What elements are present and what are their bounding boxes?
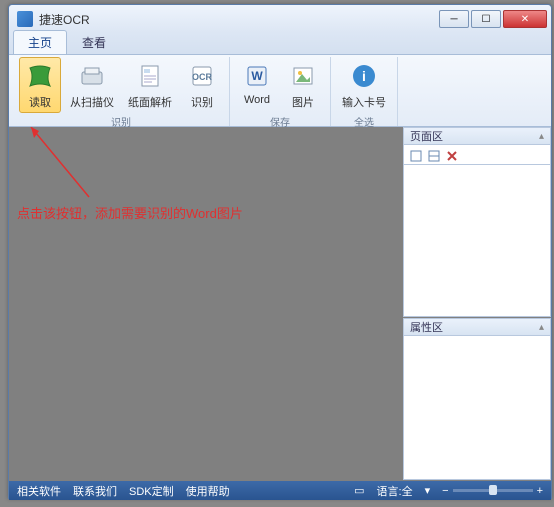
app-icon <box>17 11 33 27</box>
tab-view[interactable]: 查看 <box>67 30 121 54</box>
property-area-pane: 属性区 ▴ <box>403 318 551 480</box>
card-label: 输入卡号 <box>342 94 386 110</box>
image-label: 图片 <box>292 94 314 110</box>
parse-label: 纸面解析 <box>128 94 172 110</box>
zoom-thumb[interactable] <box>489 485 497 495</box>
ocr-icon: OCR <box>186 60 218 92</box>
close-button[interactable]: ✕ <box>503 10 547 28</box>
lang-dropdown-icon[interactable]: ▾ <box>425 484 431 497</box>
zoom-out-button[interactable]: − <box>442 485 448 497</box>
statusbar: 相关软件 联系我们 SDK定制 使用帮助 ▭ 语言:全 ▾ − + <box>9 481 551 500</box>
maximize-button[interactable]: ☐ <box>471 10 501 28</box>
recognize-label: 识别 <box>191 94 213 110</box>
word-icon: W <box>241 60 273 92</box>
right-panel: 页面区 ▴ 属性区 ▴ <box>403 127 551 481</box>
read-label: 读取 <box>29 94 51 110</box>
scanner-label: 从扫描仪 <box>70 94 114 110</box>
app-window: 捷速OCR ─ ☐ ✕ 主页 查看 读取 <box>8 4 552 499</box>
status-about[interactable]: 相关软件 <box>17 483 61 499</box>
content-area: 点击该按钮，添加需要识别的Word图片 页面区 ▴ 属性区 ▴ <box>9 127 551 481</box>
image-button[interactable]: 图片 <box>282 57 324 113</box>
image-icon <box>287 60 319 92</box>
read-icon <box>24 60 56 92</box>
word-button[interactable]: W Word <box>236 57 278 109</box>
read-button[interactable]: 读取 <box>19 57 61 113</box>
delete-page-icon[interactable] <box>446 149 458 161</box>
zoom-in-button[interactable]: + <box>537 485 543 497</box>
pane-collapse-icon[interactable]: ▴ <box>539 131 544 142</box>
parse-icon <box>134 60 166 92</box>
property-area-title: 属性区 <box>410 319 443 335</box>
scanner-button[interactable]: 从扫描仪 <box>65 57 119 113</box>
property-area-header[interactable]: 属性区 ▴ <box>403 318 551 336</box>
recognize-button[interactable]: OCR 识别 <box>181 57 223 113</box>
parse-button[interactable]: 纸面解析 <box>123 57 177 113</box>
ribbon-tabs: 主页 查看 <box>9 33 551 55</box>
status-sdk[interactable]: SDK定制 <box>129 483 174 499</box>
ribbon-group-recognize: 读取 从扫描仪 纸面解析 OCR <box>13 57 230 126</box>
page-area-title: 页面区 <box>410 128 443 144</box>
minimize-button[interactable]: ─ <box>439 10 469 28</box>
card-button[interactable]: i 输入卡号 <box>337 57 391 113</box>
status-help[interactable]: 使用帮助 <box>186 483 230 499</box>
status-language[interactable]: 语言:全 <box>377 483 413 499</box>
info-icon: i <box>348 60 380 92</box>
svg-text:OCR: OCR <box>192 72 213 82</box>
window-title: 捷速OCR <box>39 11 437 28</box>
ribbon-group-select: i 输入卡号 全选 <box>331 57 398 126</box>
page-area-body[interactable] <box>403 165 551 317</box>
ribbon: 读取 从扫描仪 纸面解析 OCR <box>9 55 551 127</box>
window-controls: ─ ☐ ✕ <box>437 10 547 28</box>
page-area-header[interactable]: 页面区 ▴ <box>403 127 551 145</box>
scanner-icon <box>76 60 108 92</box>
page-area-pane: 页面区 ▴ <box>403 127 551 317</box>
page-area-toolbar <box>403 145 551 165</box>
status-contact[interactable]: 联系我们 <box>73 483 117 499</box>
svg-text:i: i <box>362 68 366 84</box>
main-canvas[interactable]: 点击该按钮，添加需要识别的Word图片 <box>9 127 403 481</box>
thumbnail-view-icon[interactable] <box>410 149 422 161</box>
view-mode-icon[interactable]: ▭ <box>354 484 364 497</box>
property-area-body[interactable] <box>403 336 551 480</box>
word-label: Word <box>244 94 270 106</box>
tab-home[interactable]: 主页 <box>13 30 67 54</box>
svg-text:W: W <box>251 69 263 83</box>
zoom-control: − + <box>442 485 543 497</box>
ribbon-group-save: W Word 图片 保存 <box>230 57 331 126</box>
titlebar[interactable]: 捷速OCR ─ ☐ ✕ <box>9 5 551 33</box>
pane-collapse-icon[interactable]: ▴ <box>539 322 544 333</box>
zoom-slider[interactable] <box>453 489 533 492</box>
list-view-icon[interactable] <box>428 149 440 161</box>
annotation-text: 点击该按钮，添加需要识别的Word图片 <box>17 203 243 222</box>
